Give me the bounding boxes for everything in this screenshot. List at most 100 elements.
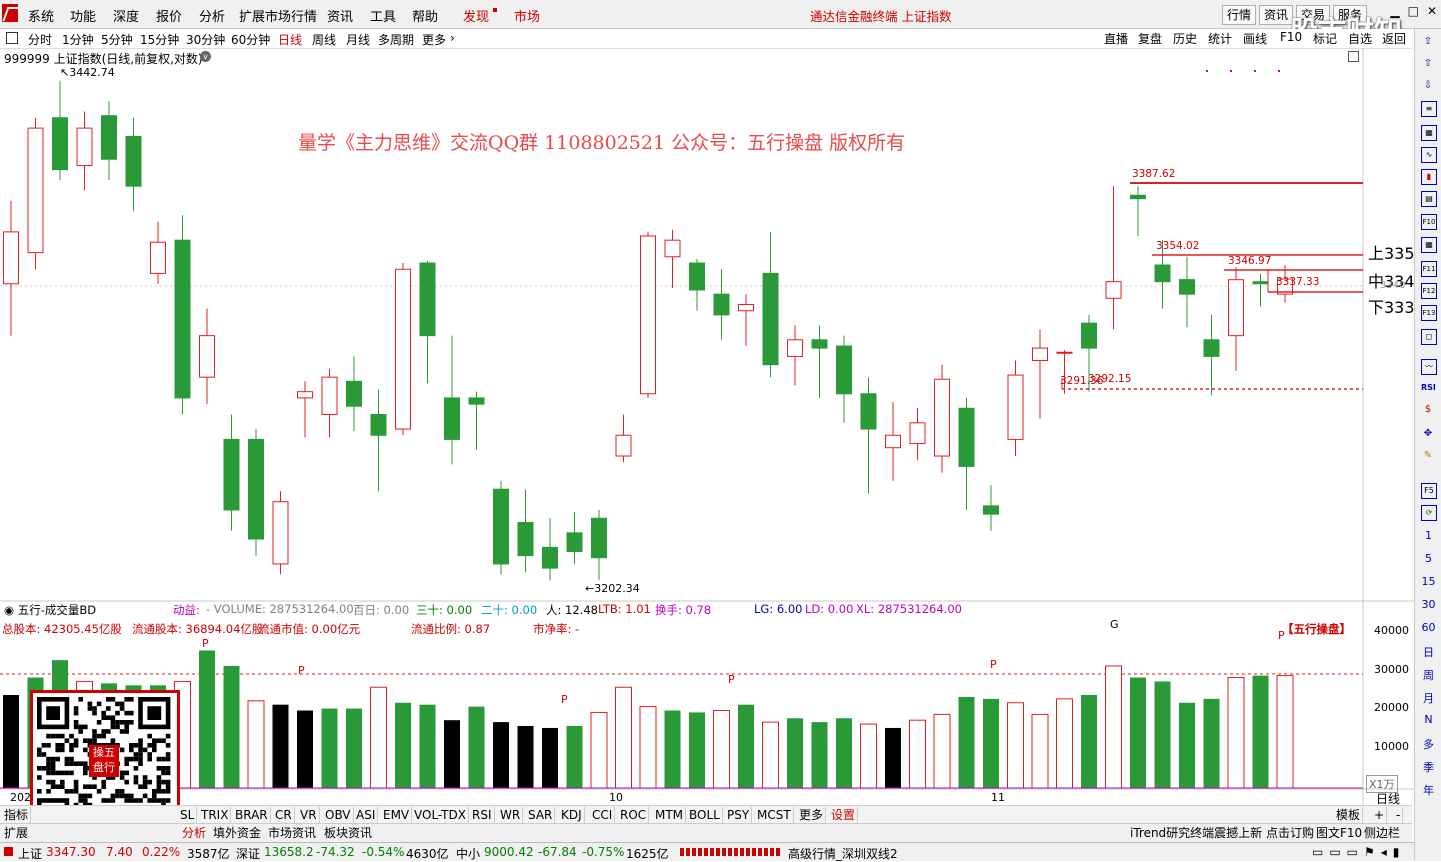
menu-tools[interactable]: 工具 (370, 6, 396, 25)
menu-extended-market[interactable]: 扩展市场行情 (239, 6, 317, 25)
pane-maximize-icon[interactable] (1348, 51, 1359, 62)
period-tab-60min[interactable]: 60分钟 (231, 31, 270, 48)
top-button-quote[interactable]: 行情 (1222, 5, 1257, 25)
wave-icon[interactable]: 〰 (1421, 359, 1437, 375)
line-chart-icon[interactable]: ∿ (1421, 147, 1437, 163)
period-tab-daily[interactable]: 日线 (278, 31, 302, 48)
period-tab-intraday[interactable]: 分时 (28, 31, 52, 48)
pencil-icon[interactable]: ✎ (1421, 449, 1435, 463)
period-side-n[interactable]: N (1415, 713, 1441, 726)
indicator-tab[interactable]: CCI (590, 807, 616, 823)
indicator-tab[interactable]: KDJ (559, 807, 585, 823)
menu-help[interactable]: 帮助 (412, 6, 438, 25)
tool-f10[interactable]: F10 (1280, 30, 1302, 44)
period-tab-5min[interactable]: 5分钟 (101, 31, 133, 48)
indicator-tab[interactable]: SAR (526, 807, 556, 823)
bottom-tab-sector-info[interactable]: 板块资讯 (324, 825, 372, 841)
indicator-tab[interactable]: ROC (618, 807, 650, 823)
menu-depth[interactable]: 深度 (113, 6, 139, 25)
indicator-tab[interactable]: EMV (381, 807, 413, 823)
move-icon[interactable]: ✥ (1421, 427, 1435, 441)
period-side-week[interactable]: 周 (1415, 667, 1441, 683)
bottom-tab-capital[interactable]: 填外资金 (213, 825, 261, 841)
tool-review[interactable]: 复盘 (1138, 30, 1162, 47)
menu-quote[interactable]: 报价 (156, 6, 182, 25)
menu-market[interactable]: 市场 (514, 6, 540, 25)
down-icon[interactable]: ⇩ (1421, 79, 1435, 93)
list-icon[interactable]: ≡ (1421, 101, 1437, 117)
tool-watchlist[interactable]: 自选 (1348, 30, 1372, 47)
panel-icon[interactable]: ▤ (1421, 191, 1437, 207)
chevron-down-icon[interactable]: v (200, 51, 211, 62)
f13-icon[interactable]: F13 (1421, 305, 1437, 321)
period-tab-1min[interactable]: 1分钟 (62, 31, 94, 48)
menu-system[interactable]: 系统 (28, 6, 54, 25)
period-side-15[interactable]: 15 (1415, 575, 1441, 588)
tool-stats[interactable]: 统计 (1208, 30, 1232, 47)
indicator-tab[interactable]: WR (498, 807, 524, 823)
period-tab-monthly[interactable]: 月线 (346, 31, 370, 48)
period-tab-weekly[interactable]: 周线 (312, 31, 336, 48)
period-side-multi[interactable]: 多 (1415, 736, 1441, 752)
period-tab-30min[interactable]: 30分钟 (186, 31, 225, 48)
indicator-tab[interactable]: BRAR (233, 807, 271, 823)
table-icon[interactable]: ▦ (1421, 125, 1437, 141)
menu-info[interactable]: 资讯 (327, 6, 353, 25)
period-side-60[interactable]: 60 (1415, 621, 1441, 634)
indicator-tab[interactable]: OBV (323, 807, 354, 823)
indicator-tab[interactable]: CR (273, 807, 295, 823)
menu-analysis[interactable]: 分析 (199, 6, 225, 25)
period-tab-more[interactable]: 更多 (422, 31, 446, 48)
maximize-icon[interactable]: □ (1408, 4, 1419, 18)
bottom-tab-extend[interactable]: 扩展 (4, 825, 28, 841)
period-side-quarter[interactable]: 季 (1415, 759, 1441, 775)
add-pane-button[interactable]: + (1372, 807, 1388, 823)
menu-discover[interactable]: 发现 (463, 6, 489, 25)
f11-icon[interactable]: F11 (1421, 261, 1437, 277)
period-side-day[interactable]: 日 (1415, 644, 1441, 660)
itrend-promo-link[interactable]: iTrend研究终端震撼上新 点击订购 (1130, 825, 1314, 841)
top-button-info[interactable]: 资讯 (1259, 5, 1294, 25)
candle-chart-icon[interactable]: ▮ (1421, 169, 1437, 185)
indicator-tab[interactable]: 更多 (797, 807, 827, 823)
indicator-tab-settings[interactable]: 设置 (829, 807, 859, 823)
indicator-tab[interactable]: RSI (470, 807, 495, 823)
sidebar-toggle[interactable]: 侧边栏 (1364, 825, 1400, 841)
period-side-month[interactable]: 月 (1415, 690, 1441, 706)
bottom-tab-f10[interactable]: 图文F10 (1316, 825, 1362, 841)
up-icon[interactable]: ⇧ (1421, 57, 1435, 71)
status-tray-icons[interactable]: ▭▭▭⚑◂▮ (1312, 845, 1405, 859)
indicator-tab[interactable]: TRIX (199, 807, 232, 823)
indicator-tab[interactable]: VOL-TDX (412, 807, 469, 823)
indicator-tab[interactable]: PSY (725, 807, 753, 823)
chart-area[interactable] (0, 48, 1414, 805)
remove-pane-button[interactable]: - (1394, 807, 1404, 823)
indicator-tab[interactable]: MCST (755, 807, 794, 823)
chevron-right-icon[interactable]: › (450, 31, 455, 45)
menu-function[interactable]: 功能 (70, 6, 96, 25)
rsi-icon[interactable]: RSI (1421, 381, 1436, 395)
period-side-1[interactable]: 1 (1415, 529, 1441, 542)
f10-icon[interactable]: F10 (1421, 214, 1437, 230)
period-side-30[interactable]: 30 (1415, 598, 1441, 611)
bottom-tab-analysis[interactable]: 分析 (182, 825, 206, 841)
refresh-icon[interactable]: ⟳ (1421, 505, 1437, 521)
period-side-year[interactable]: 年 (1415, 782, 1441, 798)
grid-icon[interactable]: ▦ (1421, 237, 1437, 253)
bottom-tab-market-info[interactable]: 市场资讯 (268, 825, 316, 841)
panel-toggle-icon[interactable] (6, 32, 18, 44)
indicator-tab[interactable]: 指标 (2, 807, 32, 823)
indicator-tab[interactable]: SL (178, 807, 198, 823)
period-side-5[interactable]: 5 (1415, 552, 1441, 565)
tool-draw[interactable]: 画线 (1243, 30, 1267, 47)
period-tab-multi[interactable]: 多周期 (378, 31, 414, 48)
money-icon[interactable]: $ (1421, 403, 1435, 417)
close-icon[interactable]: ✕ (1427, 4, 1437, 18)
f5-icon[interactable]: F5 (1421, 483, 1437, 499)
indicator-tab[interactable]: VR (298, 807, 320, 823)
tool-live[interactable]: 直播 (1104, 30, 1128, 47)
indicator-tab[interactable]: MTM (653, 807, 687, 823)
tool-history[interactable]: 历史 (1173, 30, 1197, 47)
tool-mark[interactable]: 标记 (1313, 30, 1337, 47)
f12-icon[interactable]: F12 (1421, 283, 1437, 299)
